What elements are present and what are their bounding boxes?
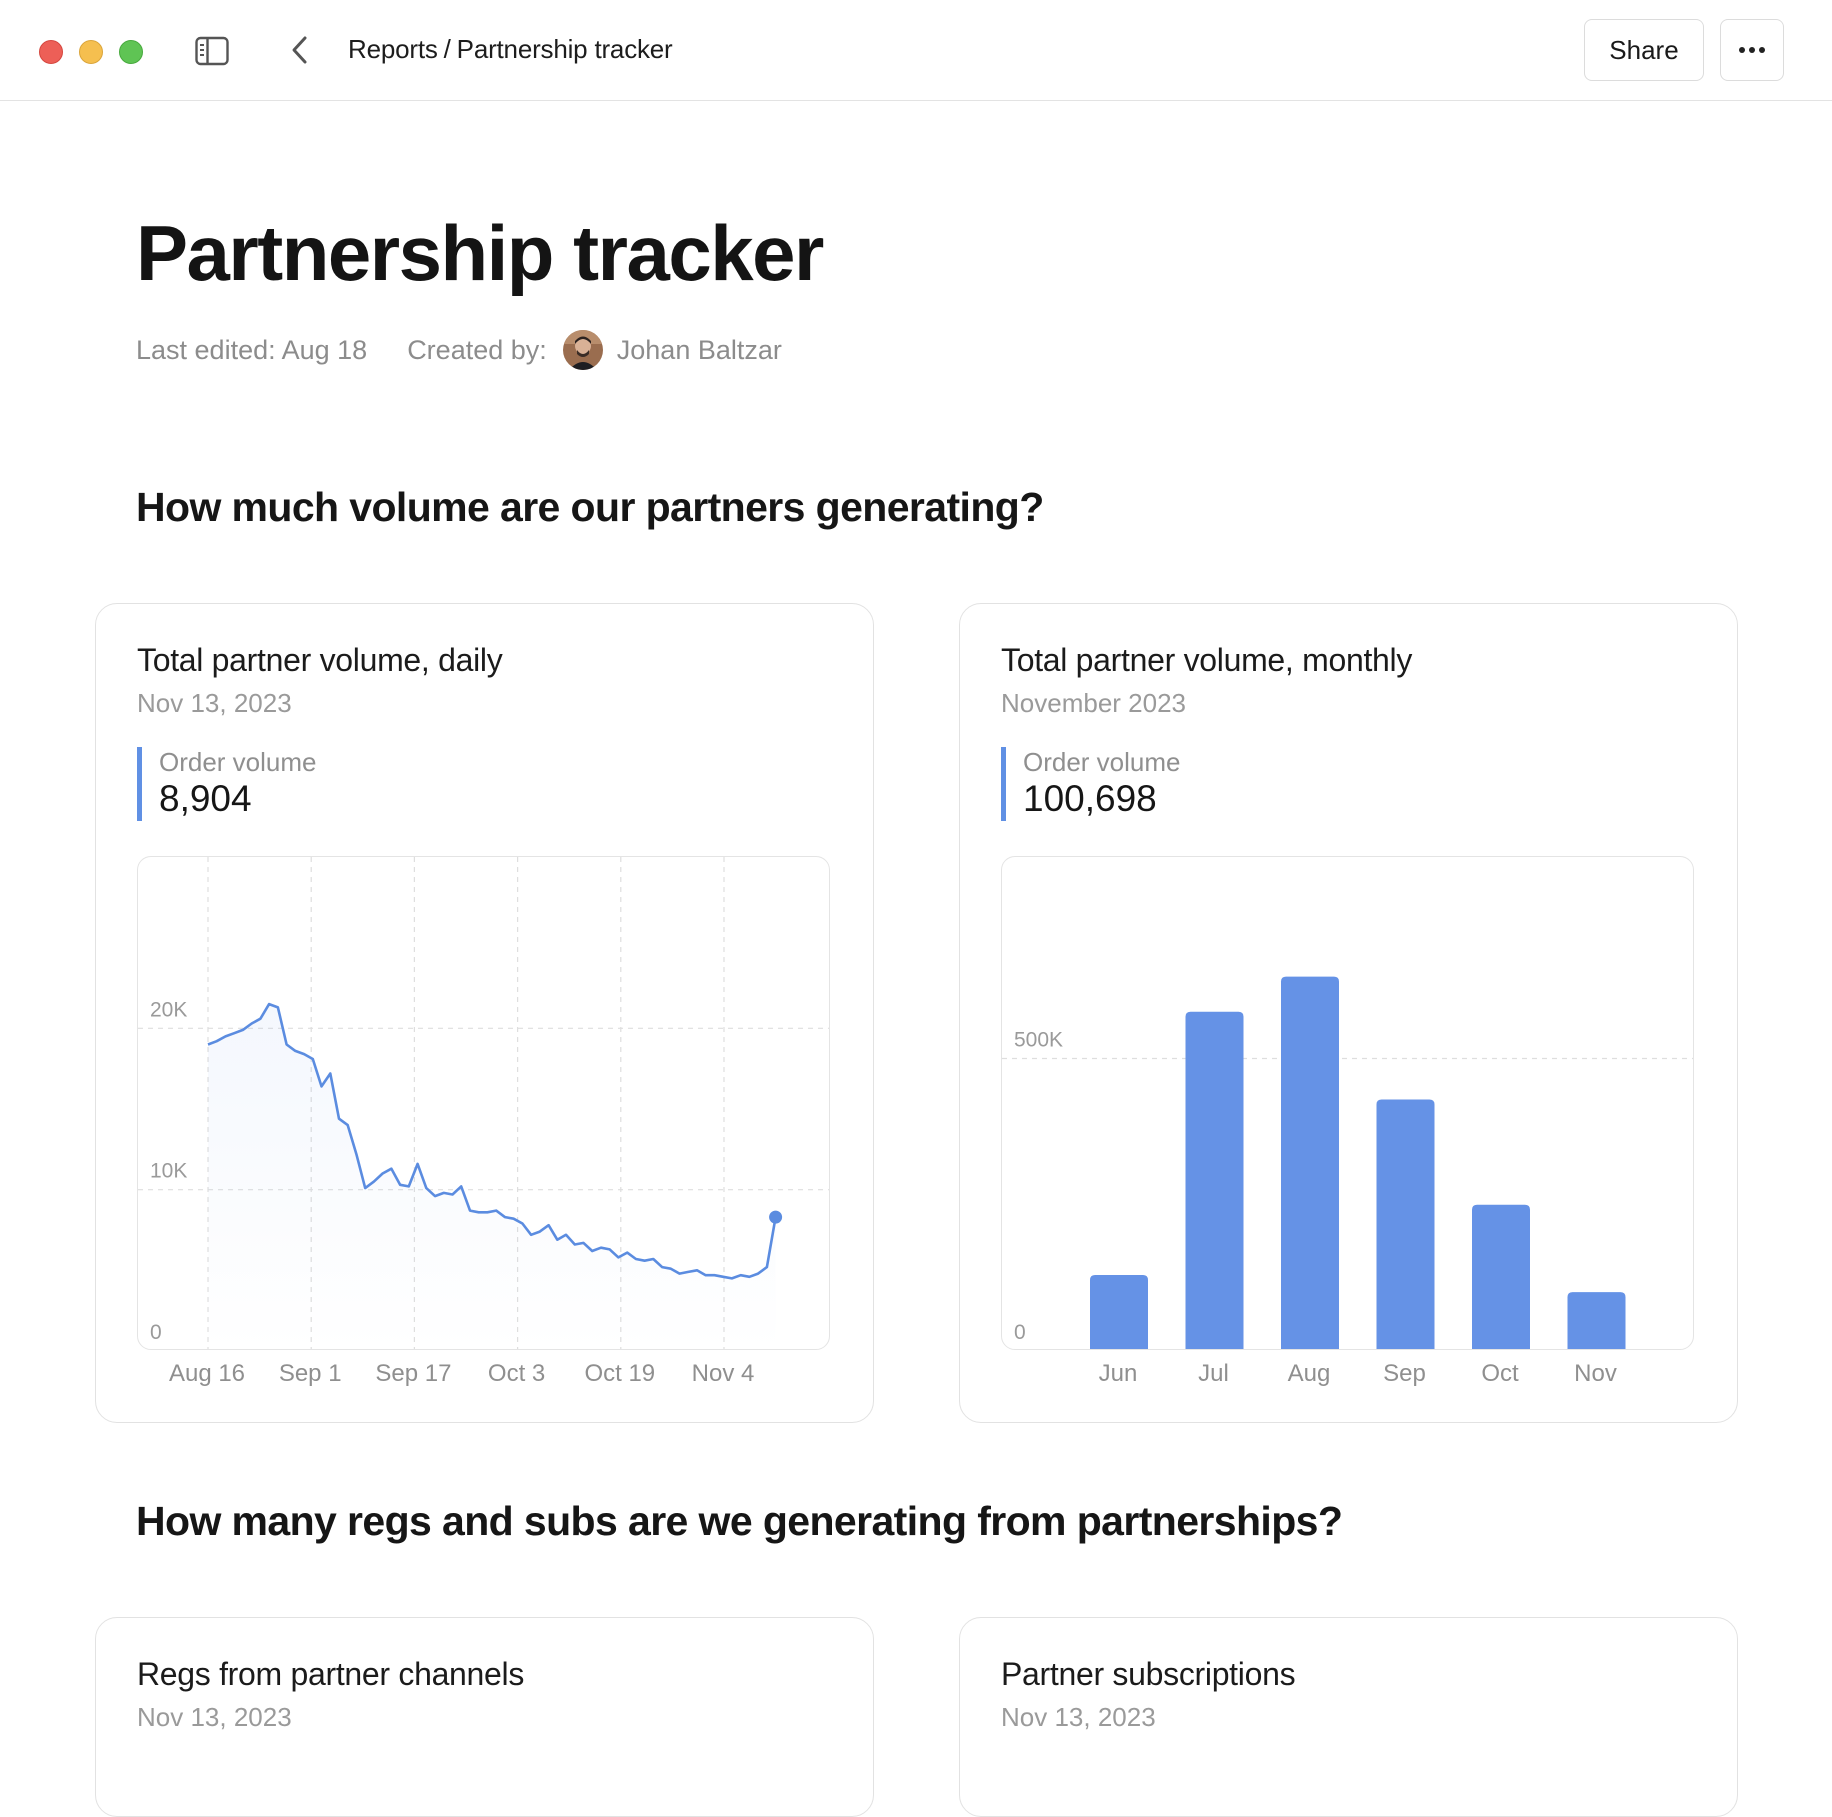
y-tick-label: 0 [1014, 1321, 1026, 1344]
bar-nov [1567, 1292, 1626, 1349]
line-chart-plot[interactable]: 0 10K 20K [137, 856, 830, 1350]
x-tick-label: Aug [1287, 1360, 1331, 1387]
bar-sep [1376, 1099, 1435, 1349]
card-subtitle: Nov 13, 2023 [137, 688, 292, 718]
x-tick-label: Oct [1481, 1360, 1519, 1387]
x-tick-label: Nov [1574, 1360, 1617, 1387]
breadcrumb: Reports / Partnership tracker [348, 34, 673, 65]
share-button[interactable]: Share [1584, 19, 1704, 81]
last-edited-text: Last edited: Aug 18 [136, 334, 368, 365]
bar-oct [1472, 1204, 1530, 1349]
x-tick-label: Oct 19 [584, 1360, 656, 1387]
last-point-marker [769, 1210, 783, 1224]
maximize-window-button[interactable] [119, 40, 143, 64]
daily-volume-card[interactable]: Total partner volume, daily Nov 13, 2023… [95, 603, 874, 1423]
sidebar-toggle-icon[interactable] [195, 36, 229, 66]
x-tick-label: Nov 4 [691, 1360, 755, 1387]
monthly-volume-card[interactable]: Total partner volume, monthly November 2… [959, 603, 1738, 1423]
avatar[interactable] [562, 330, 603, 370]
bar-chart-x-axis: Jun Jul Aug Sep Oct Nov [1001, 1360, 1694, 1400]
line-area [208, 1004, 776, 1349]
line-chart-x-axis: Aug 16 Sep 1 Sep 17 Oct 3 Oct 19 Nov 4 [137, 1360, 830, 1400]
line-chart: 0 10K 20K [138, 857, 829, 1349]
kpi-label: Order volume [159, 747, 317, 777]
x-tick-label: Sep 1 [278, 1360, 342, 1387]
card-title: Regs from partner channels [137, 1656, 525, 1692]
kpi-block: Order volume 100,698 [1001, 747, 1181, 821]
x-tick-label: Sep 17 [375, 1360, 452, 1387]
x-tick-label: Sep [1383, 1360, 1426, 1387]
page-title: Partnership tracker [136, 209, 824, 297]
section-title-regs-subs: How many regs and subs are we generating… [136, 1498, 1343, 1544]
kpi-block: Order volume 8,904 [137, 747, 317, 821]
section-title-volume: How much volume are our partners generat… [136, 484, 1044, 530]
back-chevron-icon[interactable] [287, 33, 313, 67]
minimize-window-button[interactable] [79, 40, 103, 64]
subs-card[interactable]: Partner subscriptions Nov 13, 2023 [959, 1617, 1738, 1817]
card-subtitle: November 2023 [1001, 688, 1186, 718]
y-tick-label: 20K [150, 998, 187, 1021]
created-by-label: Created by: [407, 334, 547, 365]
window-toolbar: Reports / Partnership tracker Share [0, 0, 1832, 101]
kpi-value: 100,698 [1023, 778, 1157, 819]
x-tick-label: Aug 16 [168, 1360, 246, 1387]
card-subtitle: Nov 13, 2023 [137, 1702, 292, 1732]
breadcrumb-current: Partnership tracker [456, 34, 673, 64]
bar-chart-plot[interactable]: 0 500K [1001, 856, 1694, 1350]
more-options-button[interactable] [1720, 19, 1784, 81]
y-tick-label: 500K [1014, 1029, 1063, 1052]
regs-card[interactable]: Regs from partner channels Nov 13, 2023 [95, 1617, 874, 1817]
bar-jul [1185, 1011, 1244, 1349]
close-window-button[interactable] [39, 40, 63, 64]
x-tick-label: Jul [1198, 1360, 1229, 1387]
breadcrumb-separator: / [443, 34, 451, 64]
author-name[interactable]: Johan Baltzar [617, 335, 782, 366]
bar-chart: 0 500K [1002, 976, 1693, 1349]
page-meta: Last edited: Aug 18 Created by: Johan Ba… [136, 330, 782, 370]
kpi-value: 8,904 [159, 778, 252, 819]
y-tick-label: 10K [150, 1160, 187, 1183]
x-tick-label: Oct 3 [487, 1360, 546, 1387]
card-subtitle: Nov 13, 2023 [1001, 1702, 1156, 1732]
y-tick-label: 0 [150, 1321, 162, 1344]
x-tick-label: Jun [1098, 1360, 1138, 1387]
card-title: Total partner volume, monthly [1001, 642, 1413, 678]
ellipsis-horizontal-icon [1739, 47, 1765, 53]
breadcrumb-parent-link[interactable]: Reports [348, 34, 438, 64]
card-title: Partner subscriptions [1001, 1656, 1296, 1692]
kpi-label: Order volume [1023, 747, 1181, 777]
card-title: Total partner volume, daily [137, 642, 503, 678]
bar-jun [1090, 1274, 1148, 1349]
bar-aug [1281, 976, 1339, 1349]
